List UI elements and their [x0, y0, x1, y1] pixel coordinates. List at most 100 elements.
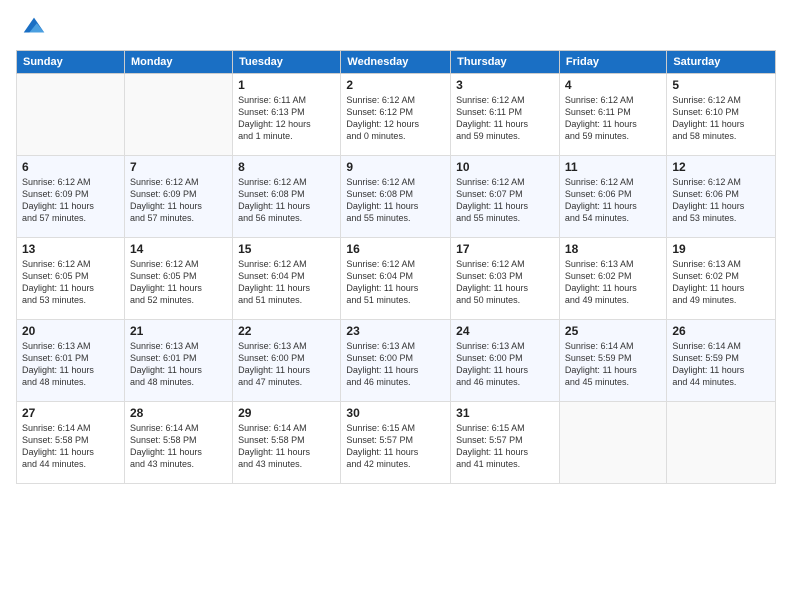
col-header-saturday: Saturday — [667, 51, 776, 74]
calendar-cell — [17, 74, 125, 156]
calendar-cell: 7 Sunrise: 6:12 AM Sunset: 6:09 PM Daylig… — [124, 156, 232, 238]
calendar-week-row: 13Sunrise: 6:12 AM Sunset: 6:05 PM Dayli… — [17, 238, 776, 320]
day-info: Sunrise: 6:12 AM Sunset: 6:06 PM Dayligh… — [565, 176, 661, 225]
day-number: 30 — [346, 406, 445, 420]
day-info: Sunrise: 6:13 AM Sunset: 6:01 PM Dayligh… — [130, 340, 227, 389]
day-info: Sunrise: 6:12 AM Sunset: 6:12 PM Dayligh… — [346, 94, 445, 143]
calendar-week-row: 6 Sunrise: 6:12 AM Sunset: 6:09 PM Daylig… — [17, 156, 776, 238]
calendar-cell: 15 Sunrise: 6:12 AM Sunset: 6:04 PM Dayli… — [233, 238, 341, 320]
day-number: 31 — [456, 406, 554, 420]
calendar-cell: 27 Sunrise: 6:14 AM Sunset: 5:58 PM Dayli… — [17, 402, 125, 484]
col-header-tuesday: Tuesday — [233, 51, 341, 74]
day-info: Sunrise: 6:12 AM Sunset: 6:11 PM Dayligh… — [456, 94, 554, 143]
calendar-cell: 22 Sunrise: 6:13 AM Sunset: 6:00 PM Dayli… — [233, 320, 341, 402]
day-info: Sunrise: 6:12 AM Sunset: 6:06 PM Dayligh… — [672, 176, 770, 225]
calendar-cell — [559, 402, 666, 484]
day-info: Sunrise: 6:12 AM Sunset: 6:08 PM Dayligh… — [238, 176, 335, 225]
calendar-cell — [667, 402, 776, 484]
calendar-cell: 4 Sunrise: 6:12 AM Sunset: 6:11 PM Daylig… — [559, 74, 666, 156]
day-number: 10 — [456, 160, 554, 174]
day-number: 7 — [130, 160, 227, 174]
day-number: 14 — [130, 242, 227, 256]
day-number: 29 — [238, 406, 335, 420]
day-number: 11 — [565, 160, 661, 174]
day-info: Sunrise: 6:12 AM Sunset: 6:10 PM Dayligh… — [672, 94, 770, 143]
calendar-cell: 21 Sunrise: 6:13 AM Sunset: 6:01 PM Dayli… — [124, 320, 232, 402]
calendar-week-row: 27 Sunrise: 6:14 AM Sunset: 5:58 PM Dayli… — [17, 402, 776, 484]
day-info: Sunrise: 6:12 AM Sunset: 6:07 PM Dayligh… — [456, 176, 554, 225]
calendar-cell: 18 Sunrise: 6:13 AM Sunset: 6:02 PM Dayli… — [559, 238, 666, 320]
day-number: 22 — [238, 324, 335, 338]
col-header-wednesday: Wednesday — [341, 51, 451, 74]
day-number: 4 — [565, 78, 661, 92]
day-info: Sunrise: 6:13 AM Sunset: 6:00 PM Dayligh… — [456, 340, 554, 389]
day-info: Sunrise: 6:13 AM Sunset: 6:02 PM Dayligh… — [672, 258, 770, 307]
day-info: Sunrise: 6:12 AM Sunset: 6:09 PM Dayligh… — [22, 176, 119, 225]
calendar-cell: 28Sunrise: 6:14 AM Sunset: 5:58 PM Dayli… — [124, 402, 232, 484]
calendar-cell: 24 Sunrise: 6:13 AM Sunset: 6:00 PM Dayli… — [451, 320, 560, 402]
calendar-cell: 11 Sunrise: 6:12 AM Sunset: 6:06 PM Dayli… — [559, 156, 666, 238]
day-number: 5 — [672, 78, 770, 92]
col-header-friday: Friday — [559, 51, 666, 74]
day-info: Sunrise: 6:13 AM Sunset: 6:02 PM Dayligh… — [565, 258, 661, 307]
calendar-week-row: 1Sunrise: 6:11 AM Sunset: 6:13 PM Daylig… — [17, 74, 776, 156]
day-info: Sunrise: 6:12 AM Sunset: 6:05 PM Dayligh… — [22, 258, 119, 307]
calendar-cell: 8 Sunrise: 6:12 AM Sunset: 6:08 PM Daylig… — [233, 156, 341, 238]
logo — [16, 12, 48, 40]
logo-icon — [20, 12, 48, 40]
day-number: 25 — [565, 324, 661, 338]
calendar-cell: 17Sunrise: 6:12 AM Sunset: 6:03 PM Dayli… — [451, 238, 560, 320]
day-info: Sunrise: 6:14 AM Sunset: 5:58 PM Dayligh… — [22, 422, 119, 471]
day-info: Sunrise: 6:15 AM Sunset: 5:57 PM Dayligh… — [346, 422, 445, 471]
day-number: 3 — [456, 78, 554, 92]
col-header-sunday: Sunday — [17, 51, 125, 74]
day-number: 1 — [238, 78, 335, 92]
day-number: 6 — [22, 160, 119, 174]
day-info: Sunrise: 6:12 AM Sunset: 6:09 PM Dayligh… — [130, 176, 227, 225]
day-info: Sunrise: 6:12 AM Sunset: 6:03 PM Dayligh… — [456, 258, 554, 307]
day-info: Sunrise: 6:13 AM Sunset: 6:00 PM Dayligh… — [238, 340, 335, 389]
calendar-cell: 29 Sunrise: 6:14 AM Sunset: 5:58 PM Dayli… — [233, 402, 341, 484]
calendar-cell: 26Sunrise: 6:14 AM Sunset: 5:59 PM Dayli… — [667, 320, 776, 402]
day-number: 27 — [22, 406, 119, 420]
calendar-cell: 1Sunrise: 6:11 AM Sunset: 6:13 PM Daylig… — [233, 74, 341, 156]
day-number: 16 — [346, 242, 445, 256]
day-number: 20 — [22, 324, 119, 338]
day-number: 15 — [238, 242, 335, 256]
day-number: 9 — [346, 160, 445, 174]
day-info: Sunrise: 6:15 AM Sunset: 5:57 PM Dayligh… — [456, 422, 554, 471]
calendar-cell: 14 Sunrise: 6:12 AM Sunset: 6:05 PM Dayli… — [124, 238, 232, 320]
day-number: 18 — [565, 242, 661, 256]
calendar-cell: 2Sunrise: 6:12 AM Sunset: 6:12 PM Daylig… — [341, 74, 451, 156]
day-number: 24 — [456, 324, 554, 338]
calendar-cell: 30 Sunrise: 6:15 AM Sunset: 5:57 PM Dayli… — [341, 402, 451, 484]
day-info: Sunrise: 6:12 AM Sunset: 6:04 PM Dayligh… — [238, 258, 335, 307]
calendar-cell: 10 Sunrise: 6:12 AM Sunset: 6:07 PM Dayli… — [451, 156, 560, 238]
day-info: Sunrise: 6:13 AM Sunset: 6:00 PM Dayligh… — [346, 340, 445, 389]
day-info: Sunrise: 6:13 AM Sunset: 6:01 PM Dayligh… — [22, 340, 119, 389]
day-info: Sunrise: 6:12 AM Sunset: 6:05 PM Dayligh… — [130, 258, 227, 307]
day-number: 26 — [672, 324, 770, 338]
calendar-cell: 13Sunrise: 6:12 AM Sunset: 6:05 PM Dayli… — [17, 238, 125, 320]
calendar-header-row: SundayMondayTuesdayWednesdayThursdayFrid… — [17, 51, 776, 74]
day-number: 23 — [346, 324, 445, 338]
day-info: Sunrise: 6:14 AM Sunset: 5:58 PM Dayligh… — [130, 422, 227, 471]
day-number: 21 — [130, 324, 227, 338]
calendar-table: SundayMondayTuesdayWednesdayThursdayFrid… — [16, 50, 776, 484]
col-header-thursday: Thursday — [451, 51, 560, 74]
calendar-cell — [124, 74, 232, 156]
day-number: 12 — [672, 160, 770, 174]
calendar-cell: 6 Sunrise: 6:12 AM Sunset: 6:09 PM Daylig… — [17, 156, 125, 238]
day-number: 8 — [238, 160, 335, 174]
day-info: Sunrise: 6:12 AM Sunset: 6:04 PM Dayligh… — [346, 258, 445, 307]
page-header — [16, 12, 776, 40]
calendar-cell: 25Sunrise: 6:14 AM Sunset: 5:59 PM Dayli… — [559, 320, 666, 402]
calendar-cell: 16 Sunrise: 6:12 AM Sunset: 6:04 PM Dayli… — [341, 238, 451, 320]
calendar-week-row: 20 Sunrise: 6:13 AM Sunset: 6:01 PM Dayli… — [17, 320, 776, 402]
col-header-monday: Monday — [124, 51, 232, 74]
calendar-cell: 23 Sunrise: 6:13 AM Sunset: 6:00 PM Dayli… — [341, 320, 451, 402]
day-number: 19 — [672, 242, 770, 256]
day-info: Sunrise: 6:14 AM Sunset: 5:58 PM Dayligh… — [238, 422, 335, 471]
calendar-cell: 12 Sunrise: 6:12 AM Sunset: 6:06 PM Dayli… — [667, 156, 776, 238]
day-info: Sunrise: 6:12 AM Sunset: 6:11 PM Dayligh… — [565, 94, 661, 143]
